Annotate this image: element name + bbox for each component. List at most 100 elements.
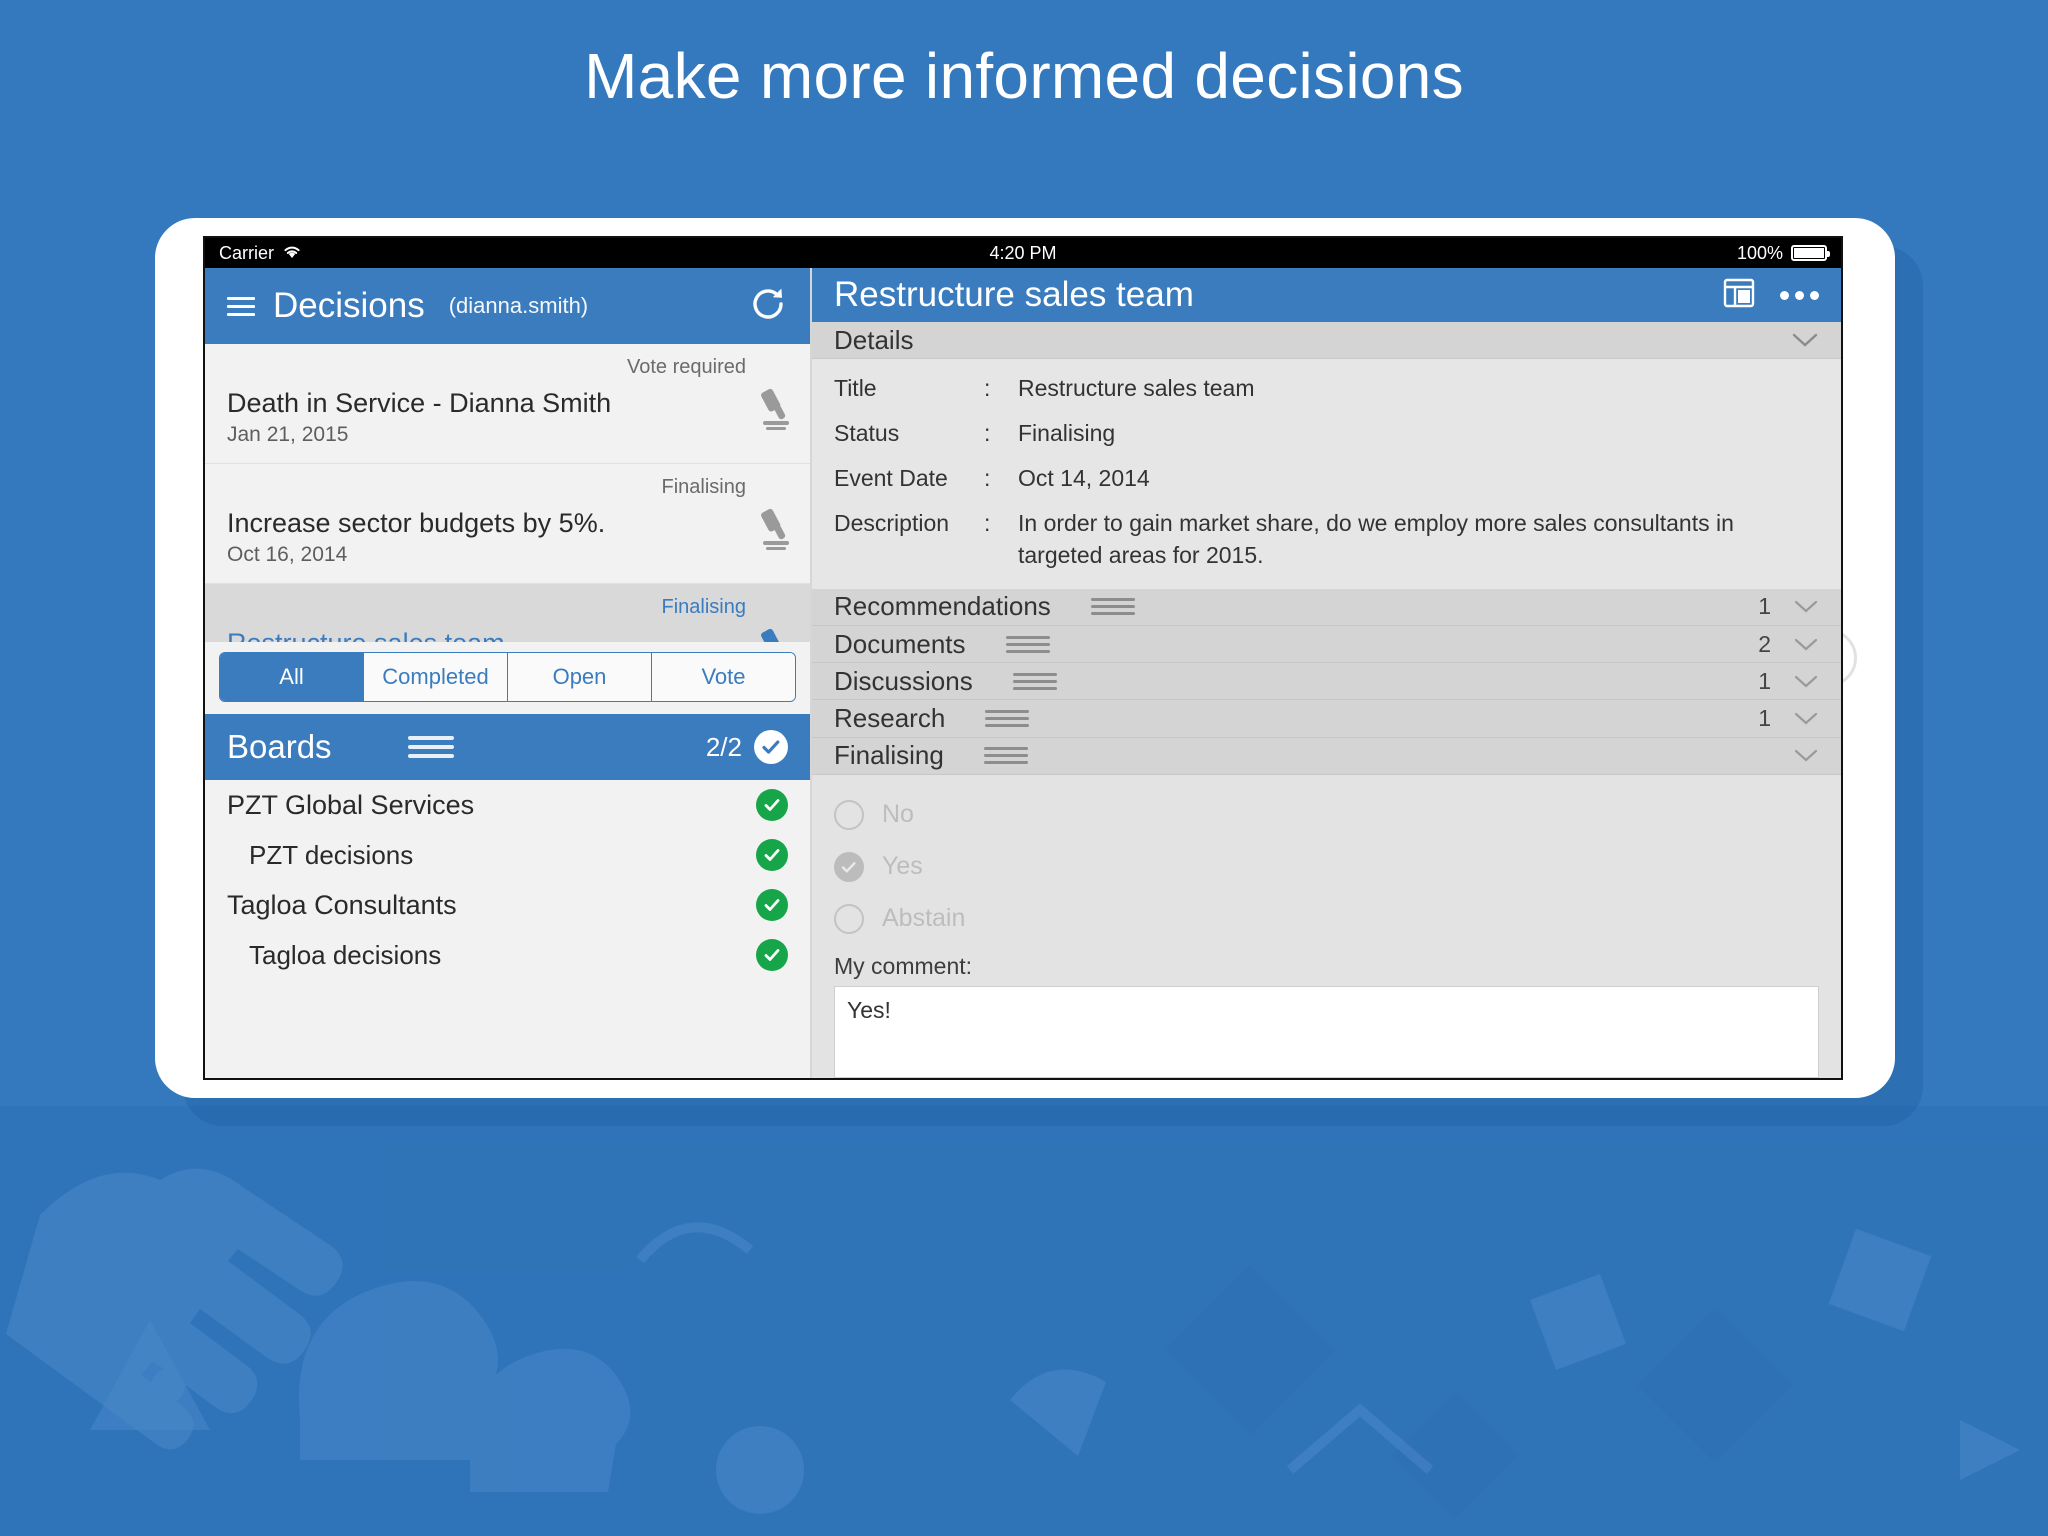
decision-list: Vote required Death in Service - Dianna … xyxy=(205,344,810,642)
chevron-down-icon[interactable] xyxy=(1793,740,1819,771)
decision-date: Oct 16, 2014 xyxy=(227,543,348,566)
detail-field-title: Title : Restructure sales team xyxy=(834,373,1819,404)
details-body: Title : Restructure sales team Status : … xyxy=(812,359,1841,589)
vote-option-yes[interactable]: Yes xyxy=(834,841,1819,893)
chevron-down-icon[interactable] xyxy=(1793,666,1819,697)
details-section-header[interactable]: Details xyxy=(812,322,1841,360)
decision-row[interactable]: Vote required Death in Service - Dianna … xyxy=(205,344,810,464)
board-row[interactable]: Tagloa Consultants xyxy=(205,880,810,930)
check-circle-green-icon[interactable] xyxy=(756,789,788,821)
field-value: Restructure sales team xyxy=(1018,375,1255,402)
check-circle-green-icon[interactable] xyxy=(756,839,788,871)
board-label: PZT Global Services xyxy=(227,789,475,820)
drag-handle-icon[interactable] xyxy=(407,736,454,758)
details-section-label: Details xyxy=(834,324,914,355)
left-pane: Decisions (dianna.smith) Vote required D… xyxy=(205,268,812,1078)
drag-handle-icon[interactable] xyxy=(1005,635,1050,653)
device-screen: Carrier 4:20 PM 100% Decisions (dianna.s… xyxy=(203,236,1843,1080)
comment-label: My comment: xyxy=(834,952,973,979)
vote-option-label: Abstain xyxy=(882,904,966,933)
section-label: Discussions xyxy=(834,665,973,696)
field-key: Status xyxy=(834,420,900,447)
vote-option-abstain[interactable]: Abstain xyxy=(834,893,1819,945)
status-bar: Carrier 4:20 PM 100% xyxy=(205,238,1841,268)
field-separator: : xyxy=(984,465,991,492)
carrier-label: Carrier xyxy=(219,242,275,263)
chevron-down-icon[interactable] xyxy=(1793,629,1819,660)
filter-tab-completed[interactable]: Completed xyxy=(364,653,508,701)
chevron-down-icon[interactable] xyxy=(1791,325,1819,356)
section-documents[interactable]: Documents 2 xyxy=(812,625,1841,664)
refresh-icon[interactable] xyxy=(748,284,788,329)
filter-tab-all[interactable]: All xyxy=(220,653,364,701)
more-options-icon[interactable] xyxy=(1780,290,1819,300)
decision-row[interactable]: Finalising Increase sector budgets by 5%… xyxy=(205,464,810,584)
right-pane: Restructure sales team Details Title: R… xyxy=(812,268,1841,1078)
check-circle-green-icon[interactable] xyxy=(756,889,788,921)
section-label: Recommendations xyxy=(834,591,1051,622)
section-finalising[interactable]: Finalising xyxy=(812,737,1841,775)
board-row[interactable]: PZT Global Services xyxy=(205,780,810,830)
boards-header[interactable]: Boards 2/2 xyxy=(205,714,810,780)
filter-tab-open[interactable]: Open xyxy=(508,653,652,701)
hamburger-menu-icon[interactable] xyxy=(227,296,255,316)
filter-tab-vote[interactable]: Vote xyxy=(652,653,795,701)
background-band xyxy=(0,1106,2048,1536)
board-label: PZT decisions xyxy=(249,839,414,870)
board-row[interactable]: Tagloa decisions xyxy=(205,930,810,980)
decision-title: Increase sector budgets by 5%. xyxy=(227,508,606,538)
field-value: In order to gain market share, do we emp… xyxy=(1018,510,1734,568)
ipad-device-frame: Carrier 4:20 PM 100% Decisions (dianna.s… xyxy=(155,218,1895,1098)
board-label: Tagloa Consultants xyxy=(227,889,457,920)
drag-handle-icon[interactable] xyxy=(1012,672,1057,690)
field-key: Event Date xyxy=(834,465,948,492)
split-view-icon[interactable] xyxy=(1722,276,1756,315)
decision-date: Jan 21, 2015 xyxy=(227,423,349,446)
decision-status: Vote required xyxy=(627,356,746,378)
drag-handle-icon[interactable] xyxy=(983,747,1028,765)
chevron-down-icon[interactable] xyxy=(1793,703,1819,734)
battery-icon xyxy=(1791,245,1830,261)
section-label: Finalising xyxy=(834,740,944,771)
current-user-label: (dianna.smith) xyxy=(448,293,589,318)
vote-option-no[interactable]: No xyxy=(834,789,1819,841)
status-bar-left: Carrier xyxy=(219,243,302,264)
section-label: Research xyxy=(834,703,946,734)
status-bar-time: 4:20 PM xyxy=(989,242,1057,263)
gavel-icon xyxy=(760,626,794,642)
field-separator: : xyxy=(984,375,991,402)
decision-status: Finalising xyxy=(661,476,746,498)
status-bar-right: 100% xyxy=(1736,242,1830,264)
detail-field-event-date: Event Date : Oct 14, 2014 xyxy=(834,463,1819,494)
section-recommendations[interactable]: Recommendations 1 xyxy=(812,588,1841,626)
field-value: Oct 14, 2014 xyxy=(1018,465,1150,492)
radio-unchecked-icon[interactable] xyxy=(834,903,864,934)
chevron-down-icon[interactable] xyxy=(1793,591,1819,622)
page-headline: Make more informed decisions xyxy=(584,40,1464,112)
detail-field-description: Description : In order to gain market sh… xyxy=(834,508,1819,570)
section-count: 1 xyxy=(1758,667,1771,694)
vote-option-label: Yes xyxy=(882,852,923,881)
section-discussions[interactable]: Discussions 1 xyxy=(812,663,1841,701)
comment-input[interactable]: Yes! xyxy=(834,985,1819,1078)
field-key: Description xyxy=(834,510,950,537)
field-value: Finalising xyxy=(1018,420,1116,447)
radio-unchecked-icon[interactable] xyxy=(834,799,864,830)
decision-status: Finalising xyxy=(661,596,746,618)
section-count: 1 xyxy=(1758,705,1771,732)
section-research[interactable]: Research 1 xyxy=(812,700,1841,738)
decision-row-selected[interactable]: Finalising xyxy=(205,584,810,642)
check-circle-icon[interactable] xyxy=(754,730,788,764)
decision-title: Death in Service - Dianna Smith xyxy=(227,388,612,418)
gavel-icon xyxy=(760,386,794,435)
battery-percent-label: 100% xyxy=(1736,242,1783,263)
drag-handle-icon[interactable] xyxy=(985,710,1030,728)
vote-option-label: No xyxy=(882,800,914,829)
app-title: Decisions xyxy=(273,286,425,325)
board-row[interactable]: PZT decisions xyxy=(205,830,810,880)
radio-checked-icon[interactable] xyxy=(834,851,864,882)
boards-title: Boards xyxy=(227,728,332,765)
boards-list: PZT Global Services PZT decisions Tagloa… xyxy=(205,780,810,1078)
drag-handle-icon[interactable] xyxy=(1090,598,1135,616)
check-circle-green-icon[interactable] xyxy=(756,939,788,971)
